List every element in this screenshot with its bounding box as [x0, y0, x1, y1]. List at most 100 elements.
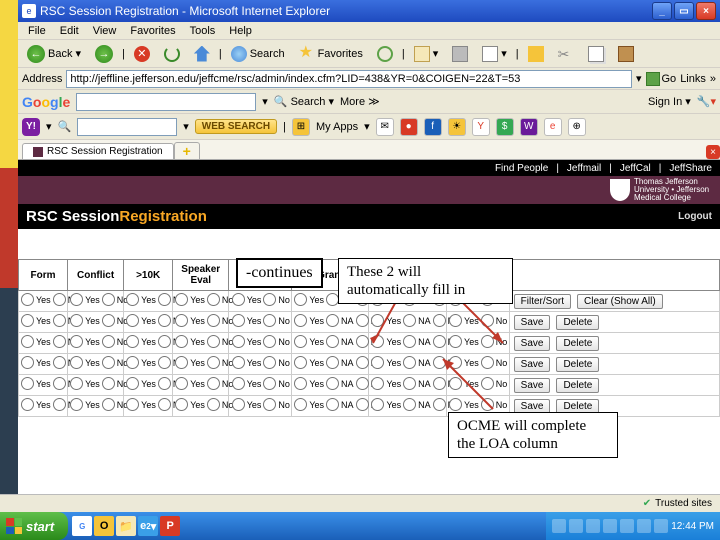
yahoo-icon[interactable]: Y!	[22, 118, 40, 136]
paste-button[interactable]	[613, 43, 639, 65]
radio-yes[interactable]	[70, 335, 83, 348]
radio-no[interactable]	[207, 293, 220, 306]
radio-yes[interactable]	[294, 293, 307, 306]
radio-yes[interactable]	[232, 377, 245, 390]
radio-no[interactable]	[433, 335, 446, 348]
forward-button[interactable]: →	[90, 42, 118, 66]
task-folder[interactable]: 📁	[116, 516, 136, 536]
favorites-button[interactable]: ★Favorites	[294, 43, 368, 65]
app-icon-4[interactable]: Y	[472, 118, 490, 136]
cut-button[interactable]: ✂	[553, 43, 579, 65]
yahoo-myapps[interactable]: My Apps	[316, 121, 358, 133]
jeffshare-link[interactable]: JeffShare	[669, 163, 712, 174]
radio-no[interactable]	[433, 377, 446, 390]
radio-na[interactable]	[403, 356, 416, 369]
radio-no[interactable]	[263, 293, 276, 306]
radio-yes[interactable]	[70, 377, 83, 390]
yahoo-mail-icon[interactable]: ✉	[376, 118, 394, 136]
radio-na[interactable]	[403, 314, 416, 327]
menu-view[interactable]: View	[87, 24, 123, 38]
google-more[interactable]: More ≫	[340, 95, 380, 108]
yahoo-apps-icon[interactable]: ⊞	[292, 118, 310, 136]
new-tab-button[interactable]: +	[174, 142, 200, 159]
tray-icon[interactable]	[586, 519, 600, 533]
radio-yes[interactable]	[126, 293, 139, 306]
radio-no[interactable]	[53, 356, 66, 369]
yahoo-websearch-button[interactable]: WEB SEARCH	[195, 119, 277, 134]
start-button[interactable]: start	[0, 512, 68, 540]
save-button[interactable]: Save	[514, 336, 551, 351]
radio-yes[interactable]	[449, 314, 462, 327]
radio-yes[interactable]	[126, 398, 139, 411]
radio-yes[interactable]	[175, 314, 188, 327]
radio-yes[interactable]	[126, 356, 139, 369]
stop-button[interactable]: ✕	[129, 43, 155, 65]
radio-yes[interactable]	[232, 398, 245, 411]
google-logo[interactable]: Google	[22, 94, 70, 110]
radio-yes[interactable]	[294, 335, 307, 348]
radio-no[interactable]	[102, 356, 115, 369]
radio-yes[interactable]	[371, 398, 384, 411]
logout-link[interactable]: Logout	[678, 211, 712, 222]
radio-na[interactable]	[326, 377, 339, 390]
radio-no[interactable]	[158, 377, 171, 390]
radio-no[interactable]	[356, 314, 369, 327]
copy-button[interactable]	[583, 43, 609, 65]
radio-no[interactable]	[263, 356, 276, 369]
radio-yes[interactable]	[294, 377, 307, 390]
search-button[interactable]: Search	[226, 43, 290, 65]
radio-no[interactable]	[158, 293, 171, 306]
back-button[interactable]: ←Back ▾	[22, 42, 86, 66]
google-wrench-icon[interactable]: 🔧▾	[697, 95, 716, 108]
menu-favorites[interactable]: Favorites	[124, 24, 181, 38]
radio-yes[interactable]	[175, 356, 188, 369]
app-icon-1[interactable]: ●	[400, 118, 418, 136]
radio-yes[interactable]	[294, 398, 307, 411]
google-search-button[interactable]: 🔍 Search ▾	[274, 95, 334, 108]
radio-yes[interactable]	[232, 314, 245, 327]
tray-icon[interactable]	[637, 519, 651, 533]
radio-yes[interactable]	[371, 335, 384, 348]
menu-edit[interactable]: Edit	[54, 24, 85, 38]
radio-yes[interactable]	[70, 314, 83, 327]
radio-no[interactable]	[102, 335, 115, 348]
radio-yes[interactable]	[126, 335, 139, 348]
radio-yes[interactable]	[21, 293, 34, 306]
radio-na[interactable]	[403, 398, 416, 411]
address-dropdown[interactable]: ▾	[636, 72, 642, 85]
radio-no[interactable]	[356, 356, 369, 369]
radio-no[interactable]	[102, 314, 115, 327]
tray-icon[interactable]	[552, 519, 566, 533]
radio-no[interactable]	[433, 314, 446, 327]
radio-no[interactable]	[356, 377, 369, 390]
radio-yes[interactable]	[21, 377, 34, 390]
radio-no[interactable]	[481, 377, 494, 390]
radio-yes[interactable]	[294, 314, 307, 327]
radio-na[interactable]	[326, 335, 339, 348]
google-search-input[interactable]	[76, 93, 256, 111]
google-signin[interactable]: Sign In ▾	[648, 95, 691, 108]
tray-icon[interactable]	[569, 519, 583, 533]
tray-icon[interactable]	[603, 519, 617, 533]
radio-no[interactable]	[158, 356, 171, 369]
radio-no[interactable]	[263, 398, 276, 411]
app-icon-3[interactable]: ☀	[448, 118, 466, 136]
minimize-button[interactable]: _	[652, 2, 672, 20]
radio-no[interactable]	[356, 335, 369, 348]
radio-na[interactable]	[326, 398, 339, 411]
radio-no[interactable]	[53, 398, 66, 411]
find-people-link[interactable]: Find People	[495, 163, 548, 174]
task-ie-group[interactable]: e 2▾	[138, 516, 158, 536]
close-button[interactable]: ×	[696, 2, 716, 20]
radio-no[interactable]	[433, 356, 446, 369]
maximize-button[interactable]: ▭	[674, 2, 694, 20]
radio-yes[interactable]	[126, 377, 139, 390]
radio-no[interactable]	[158, 398, 171, 411]
radio-no[interactable]	[481, 314, 494, 327]
tab-close-button[interactable]: ×	[706, 145, 720, 159]
history-button[interactable]	[372, 43, 398, 65]
research-button[interactable]	[523, 43, 549, 65]
tray-icon[interactable]	[654, 519, 668, 533]
radio-no[interactable]	[53, 335, 66, 348]
radio-no[interactable]	[481, 356, 494, 369]
